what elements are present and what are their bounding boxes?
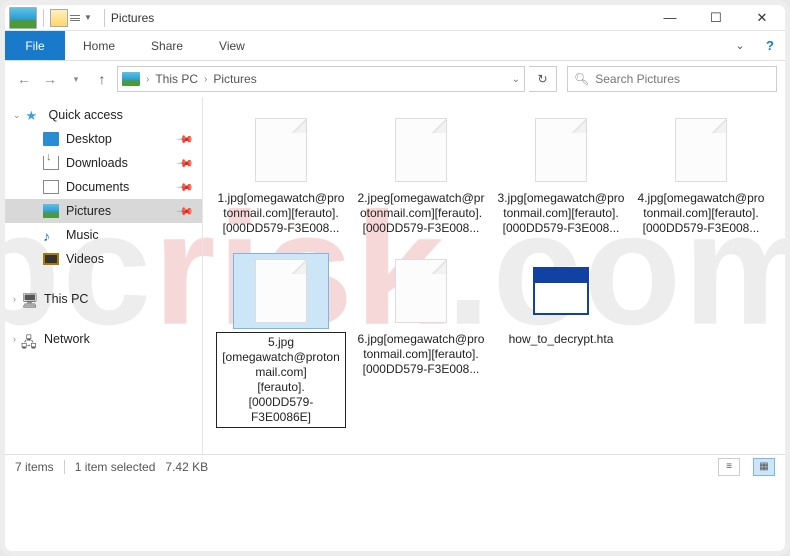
sidebar-label: Quick access: [49, 108, 123, 122]
pin-icon: 📌: [176, 202, 195, 221]
star-icon: ★: [26, 108, 42, 122]
sidebar-label: Music: [66, 228, 99, 242]
blank-file-icon: [374, 113, 468, 187]
file-item[interactable]: 1.jpg[omegawatch@protonmail.com][ferauto…: [211, 109, 351, 250]
separator: [43, 9, 44, 27]
sidebar-label: Downloads: [66, 156, 128, 170]
forward-button[interactable]: →: [39, 68, 61, 90]
sidebar-item-downloads[interactable]: Downloads 📌: [5, 151, 202, 175]
ribbon-expand-icon[interactable]: ⌄: [725, 31, 755, 60]
file-name: 2.jpeg[omegawatch@protonmail.com][feraut…: [356, 191, 486, 236]
sidebar-item-documents[interactable]: Documents 📌: [5, 175, 202, 199]
minimize-button[interactable]: —: [647, 5, 693, 31]
chevron-right-icon: ›: [13, 294, 16, 304]
file-item[interactable]: 2.jpeg[omegawatch@protonmail.com][feraut…: [351, 109, 491, 250]
navigation-bar: ← → ▾ ↑ › This PC › Pictures ⌄ ↻ 🔍︎: [5, 61, 785, 97]
close-button[interactable]: ✕: [739, 5, 785, 31]
sidebar-label: Pictures: [66, 204, 111, 218]
file-name: 6.jpg[omegawatch@protonmail.com][ferauto…: [356, 332, 486, 377]
sidebar-network[interactable]: › 🖧 Network: [5, 327, 202, 351]
pin-icon: 📌: [176, 178, 195, 197]
blank-file-icon: [234, 254, 328, 328]
breadcrumb-folder[interactable]: Pictures: [213, 72, 256, 86]
folder-type-icon: [9, 7, 37, 29]
qat-button[interactable]: [50, 9, 68, 27]
ribbon: File Home Share View ⌄ ?: [5, 31, 785, 61]
window-title: Pictures: [111, 11, 154, 25]
details-view-button[interactable]: ≡: [718, 458, 740, 476]
downloads-icon: [43, 156, 59, 170]
sidebar-item-videos[interactable]: Videos: [5, 247, 202, 271]
file-view[interactable]: 1.jpg[omegawatch@protonmail.com][ferauto…: [203, 97, 785, 454]
refresh-button[interactable]: ↻: [529, 66, 557, 92]
sidebar-item-pictures[interactable]: Pictures 📌: [5, 199, 202, 223]
breadcrumb-root[interactable]: This PC: [155, 72, 198, 86]
address-bar[interactable]: › This PC › Pictures ⌄: [117, 66, 525, 92]
file-item[interactable]: 3.jpg[omegawatch@protonmail.com][ferauto…: [491, 109, 631, 250]
hta-file-icon: [514, 254, 608, 328]
file-name: 1.jpg[omegawatch@protonmail.com][ferauto…: [216, 191, 346, 236]
maximize-button[interactable]: ☐: [693, 5, 739, 31]
blank-file-icon: [374, 254, 468, 328]
sidebar-this-pc[interactable]: › 🖥 This PC: [5, 287, 202, 311]
music-icon: ♪: [43, 228, 59, 242]
chevron-right-icon: ›: [13, 334, 16, 344]
back-button[interactable]: ←: [13, 68, 35, 90]
file-name: 3.jpg[omegawatch@protonmail.com][ferauto…: [496, 191, 626, 236]
search-input[interactable]: [595, 72, 770, 86]
separator: [64, 460, 65, 474]
file-item[interactable]: 5.jpg [omegawatch@protonmail.com] [ferau…: [211, 250, 351, 442]
pictures-icon: [43, 204, 59, 218]
documents-icon: [43, 180, 59, 194]
chevron-down-icon: ⌄: [13, 110, 21, 121]
sidebar-label: Desktop: [66, 132, 112, 146]
status-bar: 7 items 1 item selected 7.42 KB ≡ ▦: [5, 454, 785, 478]
search-box[interactable]: 🔍︎: [567, 66, 777, 92]
blank-file-icon: [654, 113, 748, 187]
desktop-icon: [43, 132, 59, 146]
sidebar-label: Documents: [66, 180, 129, 194]
file-item[interactable]: 4.jpg[omegawatch@protonmail.com][ferauto…: [631, 109, 771, 250]
sidebar-label: Network: [44, 332, 90, 346]
titlebar: ▼ Pictures — ☐ ✕: [5, 5, 785, 31]
icons-view-button[interactable]: ▦: [753, 458, 775, 476]
recent-dropdown[interactable]: ▾: [65, 68, 87, 90]
selection-size: 7.42 KB: [165, 460, 208, 474]
qat-menu-icon[interactable]: [70, 15, 80, 21]
pc-icon: 🖥: [21, 292, 37, 306]
sidebar-quick-access[interactable]: ⌄ ★ Quick access: [5, 103, 202, 127]
file-name: 5.jpg [omegawatch@protonmail.com] [ferau…: [216, 332, 346, 428]
file-tab[interactable]: File: [5, 31, 65, 60]
sidebar-label: This PC: [44, 292, 88, 306]
chevron-down-icon[interactable]: ▼: [84, 13, 92, 22]
chevron-right-icon[interactable]: ›: [144, 74, 151, 85]
file-item[interactable]: how_to_decrypt.hta: [491, 250, 631, 442]
tab-home[interactable]: Home: [65, 31, 133, 60]
address-dropdown-icon[interactable]: ⌄: [512, 74, 520, 85]
pin-icon: 📌: [176, 130, 195, 149]
blank-file-icon: [514, 113, 608, 187]
location-icon: [122, 72, 140, 86]
sidebar-item-music[interactable]: ♪ Music: [5, 223, 202, 247]
tab-share[interactable]: Share: [133, 31, 201, 60]
tab-view[interactable]: View: [201, 31, 263, 60]
separator: [104, 9, 105, 27]
selection-count: 1 item selected: [75, 460, 156, 474]
help-icon[interactable]: ?: [755, 31, 785, 60]
network-icon: 🖧: [21, 332, 37, 346]
sidebar-label: Videos: [66, 252, 104, 266]
up-button[interactable]: ↑: [91, 68, 113, 90]
search-icon: 🔍︎: [574, 72, 589, 86]
item-count: 7 items: [15, 460, 54, 474]
pin-icon: 📌: [176, 154, 195, 173]
navigation-pane: ⌄ ★ Quick access Desktop 📌 Downloads 📌 D…: [5, 97, 203, 454]
file-item[interactable]: 6.jpg[omegawatch@protonmail.com][ferauto…: [351, 250, 491, 442]
blank-file-icon: [234, 113, 328, 187]
videos-icon: [43, 253, 59, 265]
chevron-right-icon[interactable]: ›: [202, 74, 209, 85]
file-name: how_to_decrypt.hta: [509, 332, 614, 347]
file-name: 4.jpg[omegawatch@protonmail.com][ferauto…: [636, 191, 766, 236]
sidebar-item-desktop[interactable]: Desktop 📌: [5, 127, 202, 151]
